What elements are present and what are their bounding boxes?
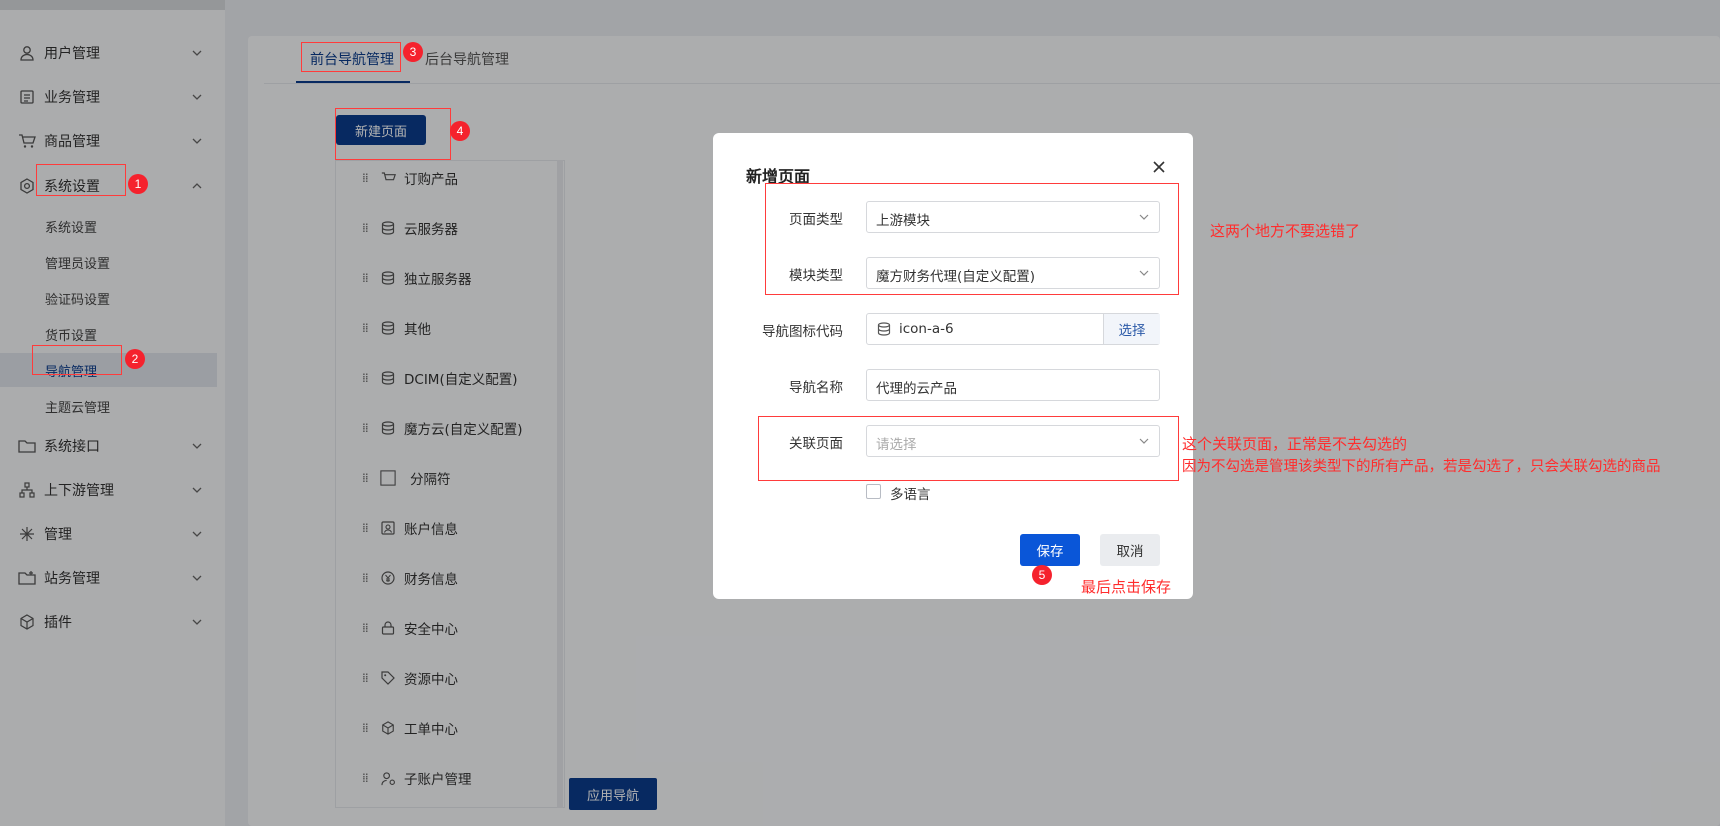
annotation-box-navigation bbox=[32, 345, 122, 375]
annotation-box-frontend-tab bbox=[301, 42, 401, 72]
cancel-button[interactable]: 取消 bbox=[1100, 534, 1160, 566]
annotation-box-new-page bbox=[335, 108, 451, 160]
annotation-note: 这两个地方不要选错了 bbox=[1210, 222, 1361, 240]
annotation-box-type-fields bbox=[765, 183, 1179, 295]
nav-name-input[interactable]: 代理的云产品 bbox=[866, 369, 1160, 401]
input-value: 代理的云产品 bbox=[876, 381, 957, 397]
annotation-badge: 1 bbox=[128, 174, 148, 194]
icon-code-field[interactable]: icon-a-6 选择 bbox=[866, 313, 1160, 345]
annotation-badge: 4 bbox=[450, 121, 470, 141]
annotation-note: 这个关联页面，正常是不去勾选的 bbox=[1182, 435, 1408, 453]
annotation-badge: 5 bbox=[1032, 565, 1052, 585]
icon-code-value: icon-a-6 bbox=[899, 321, 954, 337]
annotation-box-system-settings bbox=[36, 164, 126, 196]
multilang-label[interactable]: 多语言 bbox=[890, 483, 931, 503]
close-icon[interactable] bbox=[1151, 159, 1167, 175]
nav-name-label: 导航名称 bbox=[789, 380, 843, 396]
annotation-note: 因为不勾选是管理该类型下的所有产品，若是勾选了，只会关联勾选的商品 bbox=[1182, 459, 1661, 475]
annotation-badge: 2 bbox=[125, 349, 145, 369]
annotation-note: 最后点击保存 bbox=[1081, 578, 1172, 596]
database-icon bbox=[877, 322, 891, 336]
annotation-badge: 3 bbox=[403, 42, 423, 62]
annotation-box-related-page bbox=[758, 416, 1179, 481]
choose-icon-button[interactable]: 选择 bbox=[1103, 314, 1160, 344]
save-button[interactable]: 保存 bbox=[1020, 534, 1080, 566]
multilang-checkbox[interactable] bbox=[866, 484, 881, 499]
icon-code-label: 导航图标代码 bbox=[762, 324, 843, 340]
